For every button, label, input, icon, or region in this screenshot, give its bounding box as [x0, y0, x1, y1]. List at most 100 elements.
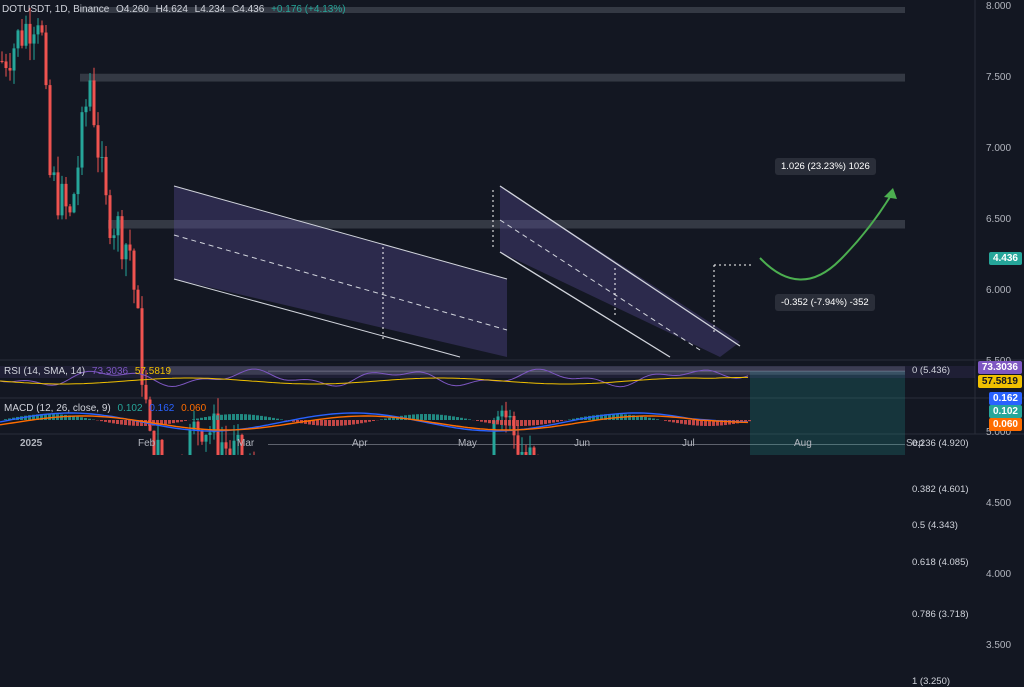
macd-histogram-bar: [496, 420, 499, 424]
macd-histogram-bar: [464, 419, 467, 420]
macd-histogram-bar: [328, 420, 331, 426]
macd-histogram-bar: [256, 415, 259, 420]
candle-body: [13, 48, 16, 70]
macd-histogram-bar: [680, 420, 683, 424]
candle-body: [157, 440, 160, 455]
time-tick-label: 2025: [20, 438, 42, 449]
macd-histogram-bar: [540, 420, 543, 425]
macd-histogram-bar: [232, 414, 235, 420]
candle-body: [225, 442, 228, 448]
macd-histogram-bar: [344, 420, 347, 425]
candle-body: [21, 30, 24, 45]
macd-histogram-bar: [652, 418, 655, 420]
macd-histogram-bar: [264, 416, 267, 420]
candle-body: [505, 411, 508, 418]
macd-histogram-bar: [692, 420, 695, 425]
candle-body: [209, 432, 212, 434]
candle-body: [33, 34, 36, 43]
macd-histogram-bar: [556, 420, 559, 422]
candle-body: [125, 245, 128, 260]
candle-body: [45, 33, 48, 86]
time-tick-label: Apr: [352, 438, 368, 449]
macd-histogram-bar: [88, 419, 91, 420]
candle-body: [77, 168, 80, 195]
price-tick-label: 8.000: [986, 1, 1011, 12]
rsi-sma-line: [0, 377, 748, 384]
candle-body: [145, 385, 148, 400]
macd-histogram-bar: [516, 420, 519, 426]
open-value: O4.260: [116, 4, 149, 15]
fib-level-label: 0 (5.436): [912, 365, 950, 376]
candle-body: [41, 25, 44, 32]
candle-body: [85, 107, 88, 113]
rsi-sma-value: 57.5819: [135, 366, 171, 377]
candle-body: [61, 184, 64, 215]
time-tick-label: May: [458, 438, 477, 449]
macd-histogram-bar: [340, 420, 343, 426]
rsi-sma-badge: 57.5819: [978, 375, 1022, 388]
macd-histogram-bar: [200, 418, 203, 420]
macd-histogram-bar: [252, 415, 255, 420]
macd-histogram-bar: [548, 420, 551, 423]
macd-histogram-bar: [544, 420, 547, 424]
candle-body: [65, 184, 68, 206]
macd-histogram-bar: [112, 420, 115, 423]
macd-histogram-bar: [176, 420, 179, 422]
macd-histogram-bar: [688, 420, 691, 425]
candle-body: [113, 235, 116, 238]
macd-histogram-bar: [196, 419, 199, 420]
macd-histogram-bar: [124, 420, 127, 425]
macd-legend: MACD (12, 26, close, 9) 0.102 0.162 0.06…: [4, 403, 210, 414]
macd-histogram-bar: [628, 415, 631, 420]
macd-histogram-bar: [380, 419, 383, 420]
macd-histogram-bar: [208, 416, 211, 420]
candle-body: [517, 435, 520, 454]
time-tick-label: Aug: [794, 438, 812, 449]
candle-body: [109, 195, 112, 238]
macd-histogram-bar: [440, 415, 443, 420]
macd-histogram-bar: [268, 417, 271, 420]
chart-canvas[interactable]: [0, 0, 1024, 455]
macd-histogram-bar: [116, 420, 119, 424]
macd-histogram-bar: [492, 420, 495, 424]
macd-histogram-bar: [100, 420, 103, 421]
macd-histogram-bar: [272, 418, 275, 420]
macd-histogram-bar: [388, 418, 391, 420]
candle-body: [29, 24, 32, 44]
chart-root[interactable]: DOTUSDT, 1D, Binance O4.260 H4.624 L4.23…: [0, 0, 1024, 455]
macd-histogram-bar: [676, 420, 679, 423]
macd-histogram-bar: [276, 419, 279, 420]
macd-histogram-bar: [316, 420, 319, 425]
macd-histogram-bar: [320, 420, 323, 426]
price-tick-label: 6.500: [986, 214, 1011, 225]
symbol-label: DOTUSDT, 1D, Binance: [2, 4, 109, 15]
macd-signal-badge: 0.060: [989, 418, 1022, 431]
macd-line-badge: 0.162: [989, 392, 1022, 405]
close-value: C4.436: [232, 4, 264, 15]
candle-body: [233, 441, 236, 455]
macd-histogram-bar: [656, 419, 659, 420]
macd-histogram-bar: [224, 414, 227, 420]
macd-histogram-bar: [248, 415, 251, 420]
macd-histogram-bar: [64, 415, 67, 420]
target-zone: [750, 371, 905, 455]
macd-histogram-bar: [332, 420, 335, 426]
macd-histogram-bar: [748, 420, 751, 421]
macd-histogram-bar: [648, 418, 651, 420]
price-tick-label: 4.500: [986, 498, 1011, 509]
candle-body: [5, 61, 8, 68]
macd-histogram-bar: [560, 420, 563, 421]
candle-body: [493, 420, 496, 455]
candle-body: [121, 216, 124, 259]
channel-zone: [174, 186, 507, 357]
macd-hist-badge: 0.102: [989, 405, 1022, 418]
macd-histogram-bar: [184, 420, 187, 421]
macd-histogram-bar: [336, 420, 339, 426]
macd-histogram-bar: [204, 417, 207, 420]
macd-histogram-bar: [240, 414, 243, 420]
candle-body: [37, 25, 40, 34]
macd-histogram-bar: [120, 420, 123, 425]
symbol-legend: DOTUSDT, 1D, Binance O4.260 H4.624 L4.23…: [2, 4, 350, 15]
macd-histogram-bar: [84, 418, 87, 420]
macd-histogram-bar: [76, 417, 79, 420]
